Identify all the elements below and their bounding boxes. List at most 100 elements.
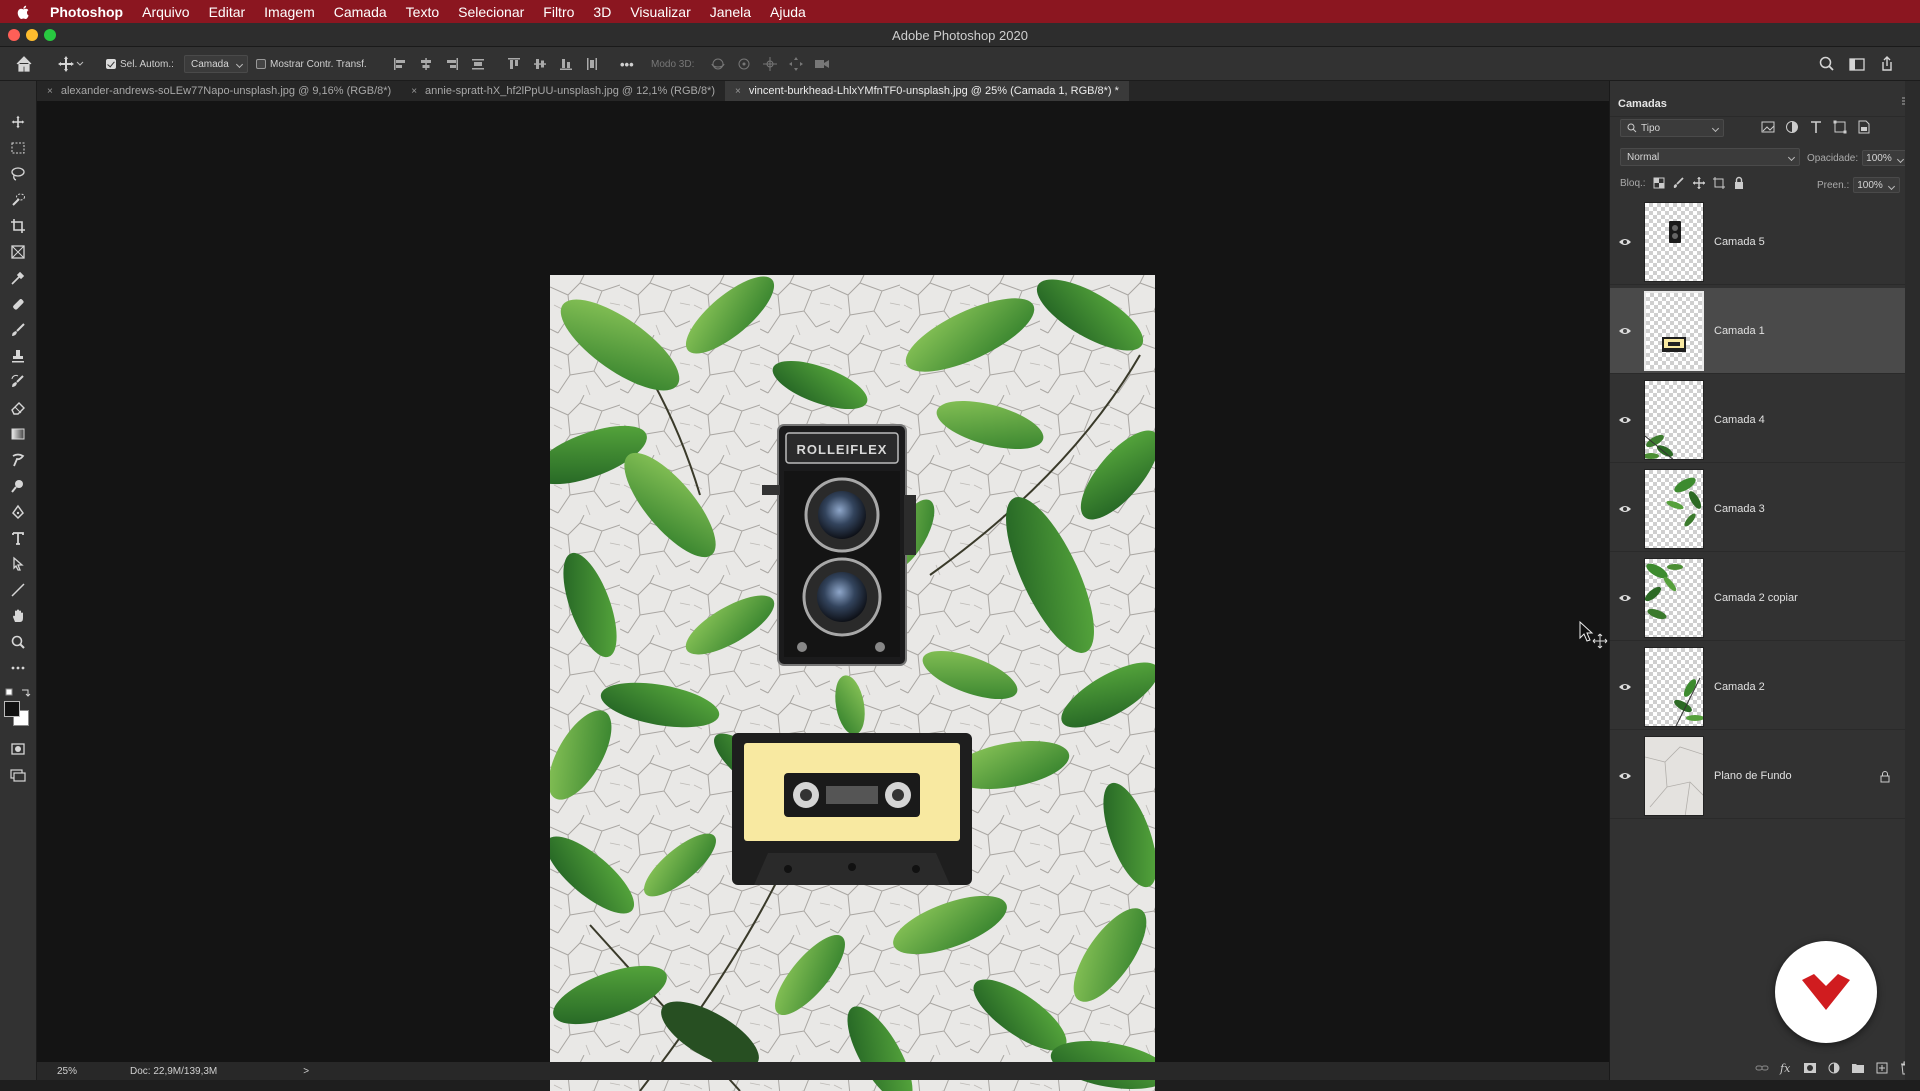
close-tab-icon[interactable]: ×: [47, 86, 53, 97]
menu-texto[interactable]: Texto: [406, 4, 439, 20]
layer-name[interactable]: Camada 2 copiar: [1714, 592, 1798, 604]
brush-tool[interactable]: [8, 320, 28, 340]
menu-ajuda[interactable]: Ajuda: [770, 4, 806, 20]
lock-transparency-icon[interactable]: [1652, 176, 1666, 190]
layer-effects-icon[interactable]: fx: [1779, 1061, 1793, 1075]
align-top-icon[interactable]: [504, 54, 524, 74]
crop-tool[interactable]: [8, 216, 28, 236]
apple-menu-icon[interactable]: [16, 4, 32, 20]
quick-mask-button[interactable]: [8, 739, 28, 759]
smart-object-filter-icon[interactable]: [1856, 119, 1872, 135]
document-size-info[interactable]: Doc: 22,9M/139,3M: [130, 1066, 217, 1077]
status-menu-arrow[interactable]: >: [303, 1066, 309, 1077]
smudge-tool[interactable]: [8, 450, 28, 470]
orbit-3d-icon[interactable]: [708, 54, 728, 74]
layer-name[interactable]: Camada 4: [1714, 414, 1765, 426]
visibility-eye-icon[interactable]: [1618, 593, 1632, 603]
visibility-eye-icon[interactable]: [1618, 415, 1632, 425]
filter-kind-select[interactable]: Tipo: [1620, 119, 1724, 137]
align-middle-icon[interactable]: [530, 54, 550, 74]
layer-row-camada-1[interactable]: Camada 1: [1610, 288, 1906, 374]
align-center-h-icon[interactable]: [416, 54, 436, 74]
fill-input[interactable]: 100%: [1853, 177, 1900, 193]
adjustment-layer-icon[interactable]: [1827, 1061, 1841, 1075]
zoom-tool[interactable]: [8, 632, 28, 652]
lasso-tool[interactable]: [8, 164, 28, 184]
menu-arquivo[interactable]: Arquivo: [142, 4, 189, 20]
shape-filter-icon[interactable]: [1832, 119, 1848, 135]
menu-visualizar[interactable]: Visualizar: [630, 4, 690, 20]
lock-position-icon[interactable]: [1692, 176, 1706, 190]
menu-janela[interactable]: Janela: [710, 4, 751, 20]
lock-artboard-icon[interactable]: [1712, 176, 1726, 190]
layer-name[interactable]: Camada 1: [1714, 325, 1765, 337]
menu-3d[interactable]: 3D: [593, 4, 611, 20]
hand-tool[interactable]: [8, 606, 28, 626]
lock-pixels-icon[interactable]: [1672, 176, 1686, 190]
edit-toolbar-button[interactable]: [8, 658, 28, 678]
menu-imagem[interactable]: Imagem: [264, 4, 315, 20]
layer-row-camada-2-copiar[interactable]: Camada 2 copiar: [1610, 555, 1906, 641]
type-filter-icon[interactable]: [1808, 119, 1824, 135]
pan-3d-icon[interactable]: [760, 54, 780, 74]
panel-scrollbar[interactable]: [1905, 81, 1920, 1080]
line-tool[interactable]: [8, 580, 28, 600]
new-layer-icon[interactable]: [1875, 1061, 1889, 1075]
gradient-tool[interactable]: [8, 424, 28, 444]
visibility-eye-icon[interactable]: [1618, 771, 1632, 781]
move-tool-preset[interactable]: [56, 47, 84, 81]
adjustment-filter-icon[interactable]: [1784, 119, 1800, 135]
add-mask-icon[interactable]: [1803, 1061, 1817, 1075]
auto-select-option[interactable]: Sel. Autom.:: [106, 47, 174, 81]
link-layers-icon[interactable]: [1755, 1061, 1769, 1075]
color-swatches[interactable]: [4, 701, 30, 727]
foreground-color-swatch[interactable]: [4, 701, 20, 717]
layer-name[interactable]: Camada 5: [1714, 236, 1765, 248]
default-colors-swap[interactable]: [4, 687, 34, 699]
dodge-tool[interactable]: [8, 476, 28, 496]
visibility-eye-icon[interactable]: [1618, 237, 1632, 247]
align-right-icon[interactable]: [442, 54, 462, 74]
frame-tool[interactable]: [8, 242, 28, 262]
marquee-tool[interactable]: [8, 138, 28, 158]
clone-stamp-tool[interactable]: [8, 346, 28, 366]
zoom-level[interactable]: 25%: [57, 1066, 117, 1077]
tab-document-1[interactable]: × alexander-andrews-soLEw77Napo-unsplash…: [37, 81, 401, 101]
type-tool[interactable]: [8, 528, 28, 548]
tab-document-2[interactable]: × annie-spratt-hX_hf2lPpUU-unsplash.jpg …: [401, 81, 725, 101]
eyedropper-tool[interactable]: [8, 268, 28, 288]
share-icon[interactable]: [1877, 54, 1897, 74]
search-icon[interactable]: [1817, 54, 1837, 74]
layer-name[interactable]: Plano de Fundo: [1714, 770, 1792, 782]
history-brush-tool[interactable]: [8, 372, 28, 392]
home-button[interactable]: [14, 47, 34, 81]
path-selection-tool[interactable]: [8, 554, 28, 574]
lock-all-icon[interactable]: [1732, 176, 1746, 190]
close-tab-icon[interactable]: ×: [735, 86, 741, 97]
menu-selecionar[interactable]: Selecionar: [458, 4, 524, 20]
camera-3d-icon[interactable]: [812, 54, 832, 74]
layer-name[interactable]: Camada 2: [1714, 681, 1765, 693]
pen-tool[interactable]: [8, 502, 28, 522]
document-canvas[interactable]: ROLLEIFLEX: [550, 275, 1155, 1091]
new-group-icon[interactable]: [1851, 1061, 1865, 1075]
visibility-eye-icon[interactable]: [1618, 326, 1632, 336]
menu-app-name[interactable]: Photoshop: [50, 4, 123, 20]
workspace-icon[interactable]: [1847, 54, 1867, 74]
roll-3d-icon[interactable]: [734, 54, 754, 74]
pixel-filter-icon[interactable]: [1760, 119, 1776, 135]
tab-document-3[interactable]: × vincent-burkhead-LhlxYMfnTF0-unsplash.…: [725, 81, 1129, 101]
quick-selection-tool[interactable]: [8, 190, 28, 210]
eraser-tool[interactable]: [8, 398, 28, 418]
auto-select-checkbox[interactable]: [106, 59, 116, 69]
show-transform-checkbox[interactable]: [256, 59, 266, 69]
layer-row-plano-de-fundo[interactable]: Plano de Fundo: [1610, 733, 1906, 819]
layer-row-camada-4[interactable]: Camada 4: [1610, 377, 1906, 463]
healing-brush-tool[interactable]: [8, 294, 28, 314]
distribute-icon[interactable]: [468, 54, 488, 74]
visibility-eye-icon[interactable]: [1618, 682, 1632, 692]
screen-mode-button[interactable]: [8, 765, 28, 785]
move-tool[interactable]: [8, 112, 28, 132]
align-left-icon[interactable]: [390, 54, 410, 74]
more-options-button[interactable]: •••: [620, 57, 634, 72]
